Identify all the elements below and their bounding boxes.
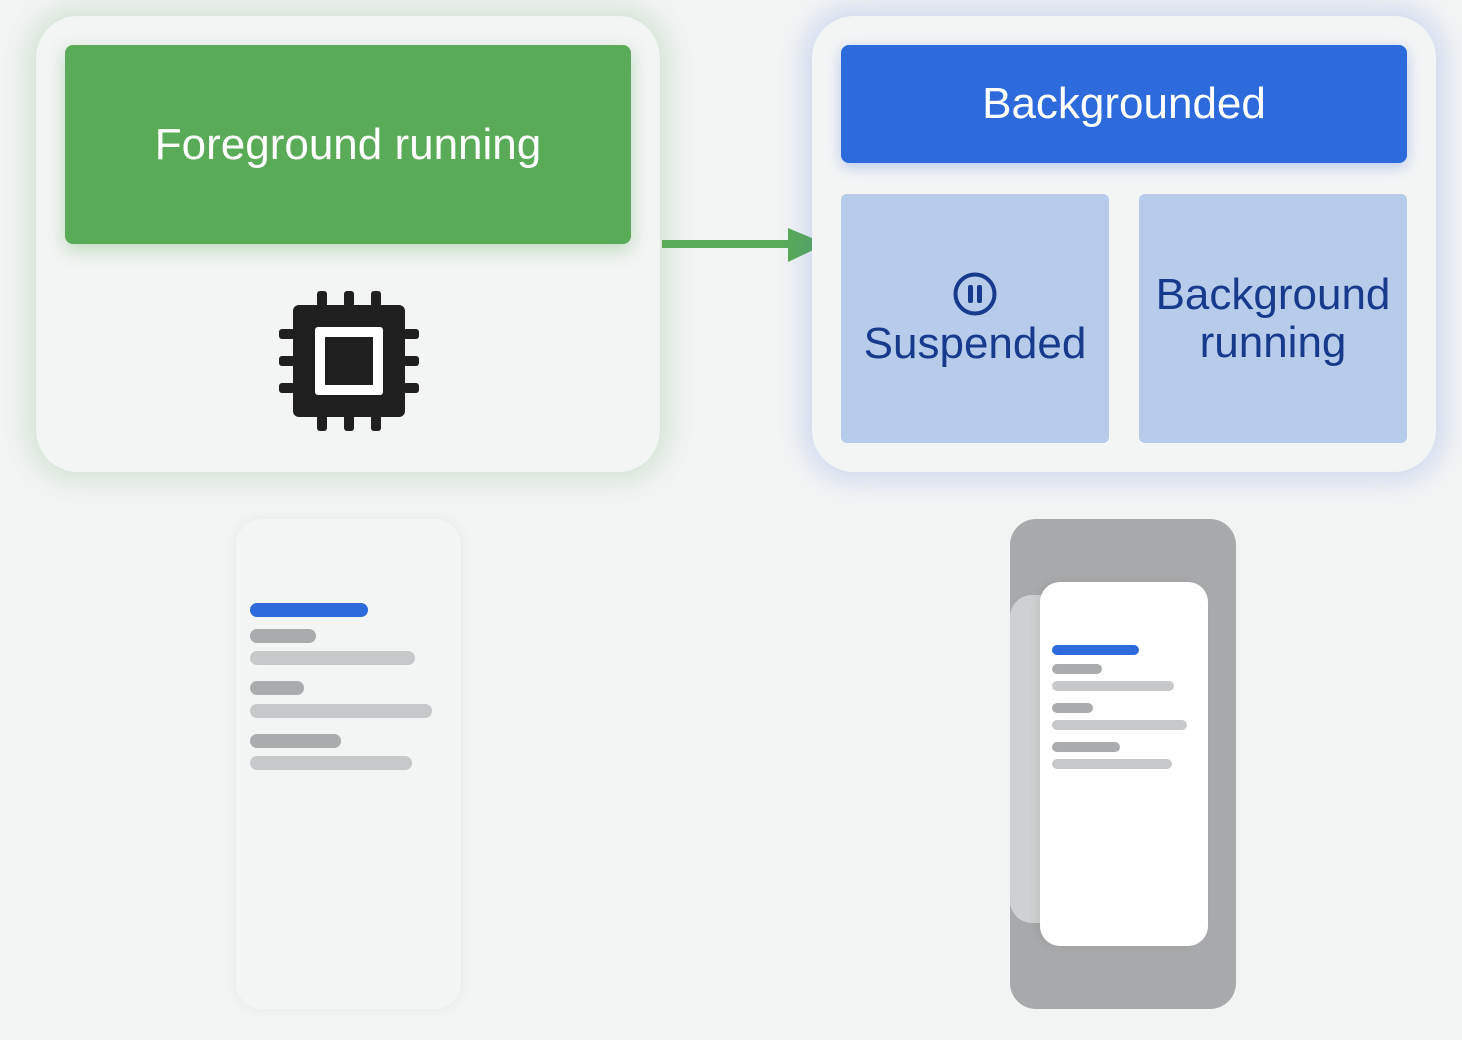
foreground-card: Foreground running xyxy=(36,16,660,472)
content-line xyxy=(1052,664,1102,674)
backgrounded-card: Backgrounded Suspended Background runnin… xyxy=(812,16,1436,472)
app-switcher-phone-illustration xyxy=(1010,519,1236,1009)
suspended-box: Suspended xyxy=(841,194,1109,443)
backgrounded-label: Backgrounded xyxy=(982,79,1266,128)
content-line xyxy=(1052,742,1120,752)
content-line xyxy=(250,629,316,643)
background-running-label-line1: Background xyxy=(1155,269,1391,319)
content-line xyxy=(1052,645,1139,655)
content-line xyxy=(250,704,432,718)
cpu-chip-icon xyxy=(279,291,419,431)
app-preview-card xyxy=(1040,582,1208,946)
content-line xyxy=(1052,681,1174,691)
backgrounded-header: Backgrounded xyxy=(841,45,1407,163)
content-line xyxy=(250,681,304,695)
content-line xyxy=(250,734,341,748)
foreground-running-label: Foreground running xyxy=(154,119,542,169)
content-line xyxy=(250,651,415,665)
content-line xyxy=(1052,703,1093,713)
diagram-canvas: Foreground running Backgrounded Suspende… xyxy=(0,0,1462,1040)
foreground-phone-illustration xyxy=(236,519,461,1009)
background-running-box: Background running xyxy=(1139,194,1407,443)
foreground-running-box: Foreground running xyxy=(65,45,631,244)
content-line xyxy=(250,756,412,770)
content-line xyxy=(250,603,368,617)
transition-arrow xyxy=(662,228,826,262)
content-line xyxy=(1052,720,1187,730)
content-line xyxy=(1052,759,1172,769)
pause-circle-icon xyxy=(953,272,997,315)
suspended-label: Suspended xyxy=(863,318,1087,368)
background-running-label-line2: running xyxy=(1199,317,1347,367)
